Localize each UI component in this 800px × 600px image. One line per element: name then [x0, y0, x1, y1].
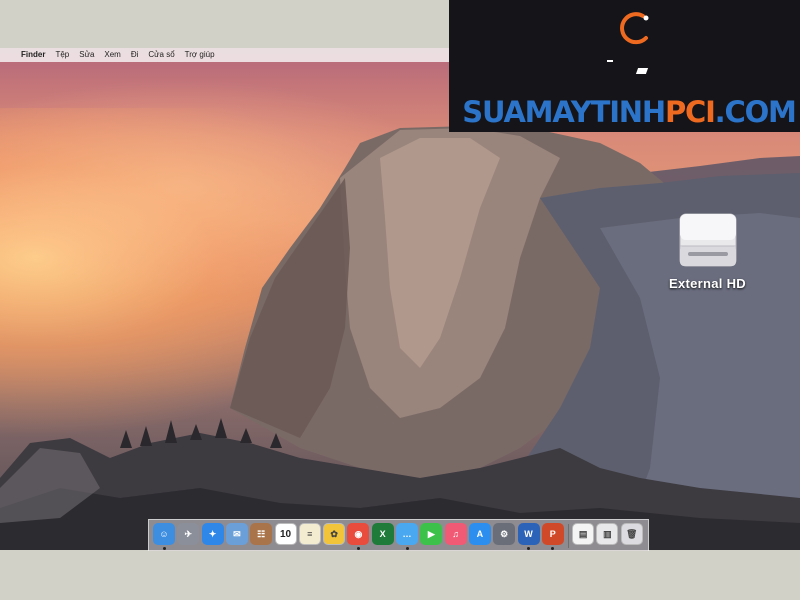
notes-icon[interactable]: ≡ [298, 523, 321, 545]
messages-icon[interactable]: … [396, 523, 418, 545]
music-icon[interactable]: ♫ [444, 523, 467, 545]
calendar-icon[interactable]: 10 [274, 523, 297, 545]
watermark-text-part-1: SUAMAYTINH [462, 95, 666, 129]
safari-icon[interactable]: ✦ [201, 523, 224, 545]
dock-separator [568, 524, 570, 548]
system-preferences-icon[interactable]: ⚙ [493, 523, 516, 545]
running-indicator [405, 547, 409, 550]
watermark-logo-icon [620, 12, 649, 45]
watermark-mark-2 [635, 68, 649, 74]
external-hd-label: External HD [669, 276, 746, 291]
running-indicator [551, 547, 555, 550]
watermark-text-part-3: .COM [714, 95, 797, 129]
menu-view[interactable]: Xem [99, 48, 125, 62]
running-indicator [527, 547, 530, 550]
app-store-icon[interactable]: A [468, 523, 491, 545]
facetime-icon[interactable]: ▶ [420, 523, 443, 545]
watermark-banner: SUAMAYTINHPCI.COM [449, 0, 800, 132]
external-hd-desktop-item[interactable]: External HD [640, 208, 775, 293]
running-indicator [356, 547, 360, 550]
menu-help[interactable]: Trợ giúp [180, 48, 220, 62]
launchpad-icon[interactable]: ✈ [177, 523, 200, 545]
document-icon[interactable]: ▤ [572, 523, 595, 545]
mail-icon[interactable]: ✉ [225, 523, 248, 545]
external-drive-icon [676, 208, 740, 272]
finder-icon[interactable]: ☺ [153, 523, 175, 545]
dock: ☺ ✈ ✦ ✉ ☷ 10 ≡ ✿ ◉ X… ▶ ♫ A ⚙ W P ▤ ▥ 🗑 [148, 519, 649, 551]
running-indicator [162, 547, 166, 550]
menu-app-name[interactable]: Finder [16, 48, 50, 62]
watermark-mark-1 [607, 60, 613, 62]
contacts-icon[interactable]: ☷ [250, 523, 273, 545]
word-icon[interactable]: W [517, 523, 540, 545]
powerpoint-icon[interactable]: P [541, 523, 564, 545]
menu-edit[interactable]: Sửa [74, 48, 99, 62]
menu-window[interactable]: Cửa sổ [143, 48, 179, 62]
chrome-icon[interactable]: ◉ [347, 523, 370, 545]
watermark-text: SUAMAYTINHPCI.COM [459, 95, 799, 129]
excel-icon[interactable]: X [371, 523, 394, 545]
menu-file[interactable]: Tệp [50, 48, 74, 62]
trash-icon[interactable]: 🗑 [620, 523, 643, 545]
menu-go[interactable]: Đi [126, 48, 144, 62]
watermark-text-part-2: PCI [664, 95, 716, 129]
downloads-stack-icon[interactable]: ▥ [596, 523, 619, 545]
photos-icon[interactable]: ✿ [323, 523, 346, 545]
